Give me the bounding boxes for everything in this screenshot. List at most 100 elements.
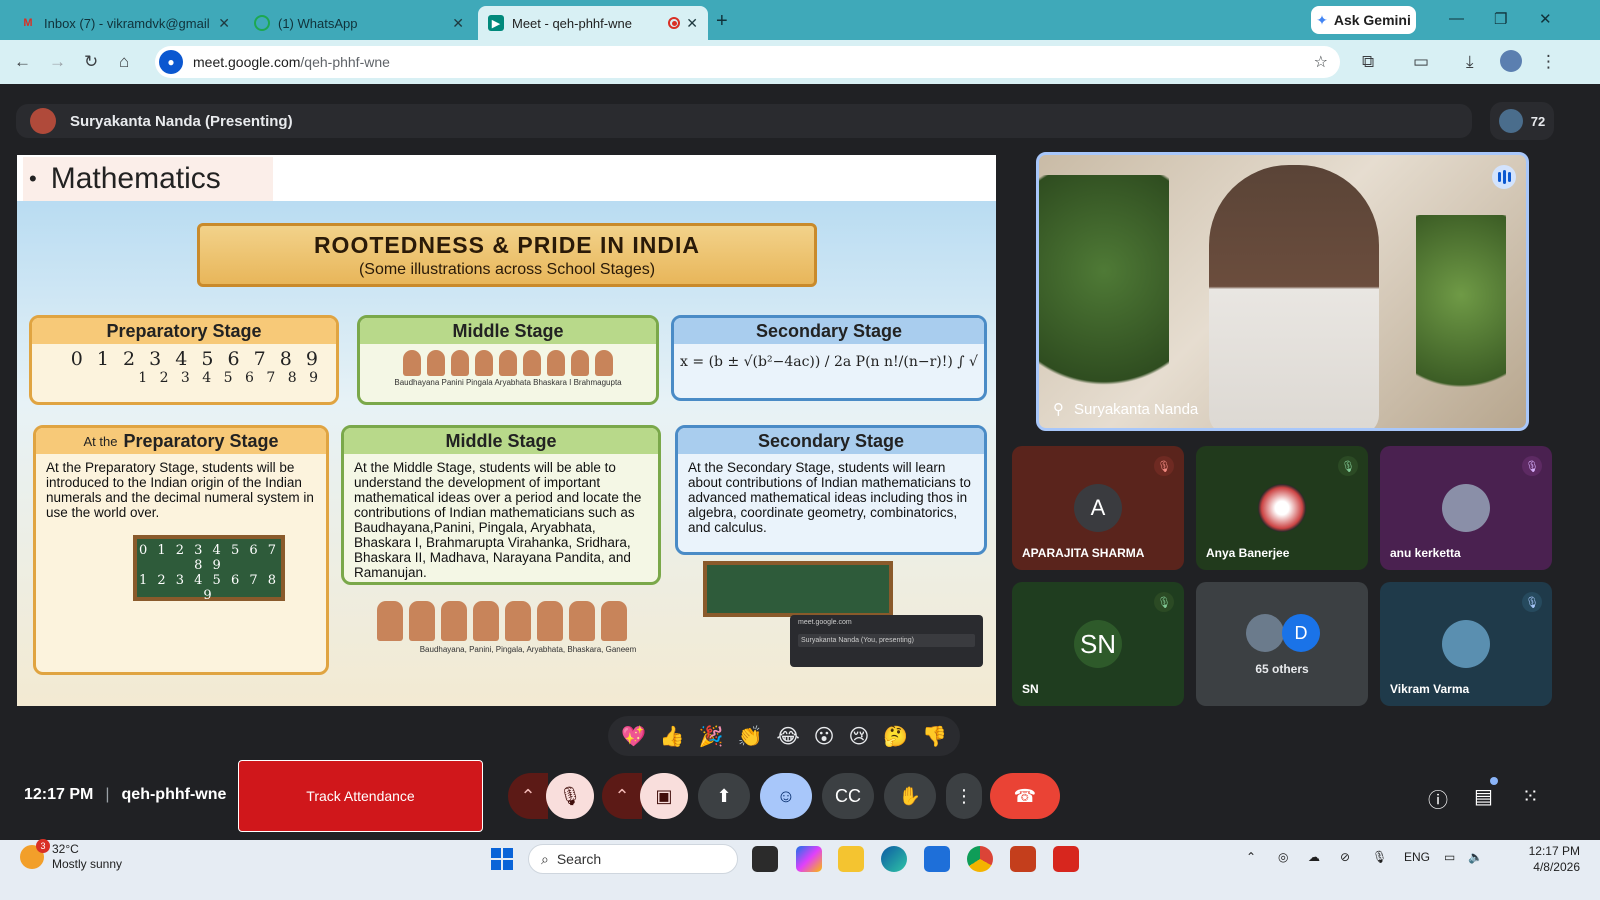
camera-off-icon: ▣ <box>655 785 673 806</box>
site-mic-icon[interactable]: ● <box>159 50 183 74</box>
reaction-thinking[interactable]: 🤔 <box>883 724 908 749</box>
top-prep-stage: Preparatory Stage 0 1 2 3 4 5 6 7 8 9 1 … <box>29 315 339 405</box>
reaction-sad[interactable]: 😢 <box>848 724 869 749</box>
language-indicator[interactable]: ENG <box>1404 850 1430 864</box>
tab-gmail[interactable]: M Inbox (7) - vikramdvk@gmail.co ✕ <box>10 6 240 40</box>
numerals-row-2: 1 2 3 4 5 6 7 8 9 <box>138 370 322 386</box>
board-row-1: 0 1 2 3 4 5 6 7 8 9 <box>138 543 280 573</box>
separator: | <box>105 786 110 803</box>
raise-hand-button[interactable]: ✋ <box>884 773 936 819</box>
ask-gemini-button[interactable]: ✦ Ask Gemini <box>1311 6 1416 34</box>
stage-header: At the Preparatory Stage <box>36 428 326 454</box>
activities-icon[interactable]: ⁙ <box>1522 784 1539 809</box>
edge-icon[interactable] <box>881 846 907 872</box>
url-path: /qeh-phhf-wne <box>300 54 390 70</box>
windows-taskbar: 3 32°C Mostly sunny ⌕ Search ⌃ ◎ ☁ ⊘ 🎙 E… <box>0 839 1600 900</box>
present-screen-button[interactable]: ⬆ <box>698 773 750 819</box>
file-explorer-icon[interactable] <box>838 846 864 872</box>
reaction-thumbs-up[interactable]: 👍 <box>660 724 685 749</box>
weather-widget[interactable]: 3 32°C Mostly sunny <box>20 839 122 872</box>
participant-tile-vikram[interactable]: 🎙 Vikram Varma <box>1380 582 1552 706</box>
microphone-icon[interactable]: 🎙 <box>1372 850 1387 864</box>
mic-off-icon: 🎙 <box>1522 592 1542 612</box>
menu-kebab-icon[interactable]: ⋮ <box>1540 52 1557 72</box>
participants-button[interactable]: 72 <box>1490 102 1554 140</box>
others-tile[interactable]: D 65 others <box>1196 582 1368 706</box>
slide-poster: ROOTEDNESS & PRIDE IN INDIA (Some illust… <box>17 201 996 706</box>
forward-icon[interactable]: → <box>49 52 66 72</box>
tab-title: Inbox (7) - vikramdvk@gmail.co <box>44 15 209 31</box>
leave-call-button[interactable]: ☎ <box>990 773 1060 819</box>
task-view-icon[interactable] <box>752 846 778 872</box>
tab-meet[interactable]: ▶ Meet - qeh-phhf-wne ✕ <box>478 6 708 40</box>
sync-off-icon[interactable]: ⊘ <box>1340 850 1350 864</box>
stage-title: Preparatory Stage <box>32 318 336 344</box>
gemini-spark-icon: ✦ <box>1316 11 1328 28</box>
taskbar-search[interactable]: ⌕ Search <box>528 844 738 874</box>
participant-tile-anu[interactable]: 🎙 anu kerketta <box>1380 446 1552 570</box>
acrobat-icon[interactable] <box>1053 846 1079 872</box>
onedrive-icon[interactable]: ☁ <box>1308 850 1320 864</box>
network-icon[interactable]: ▭ <box>1444 850 1455 864</box>
close-tab-icon[interactable]: ✕ <box>686 15 698 32</box>
reaction-surprised[interactable]: 😮 <box>814 724 835 749</box>
close-tab-icon[interactable]: ✕ <box>452 15 464 32</box>
chrome-icon[interactable] <box>967 846 993 872</box>
cast-icon[interactable]: ▭ <box>1413 52 1429 72</box>
active-speaker-tile[interactable]: ⚲ Suryakanta Nanda <box>1036 152 1529 431</box>
download-icon[interactable]: ⤓ <box>1466 52 1474 72</box>
emoji-reactions-button[interactable]: ☺ <box>760 773 812 819</box>
participant-tile-sn[interactable]: 🎙 SN SN <box>1012 582 1184 706</box>
address-bar[interactable]: ● meet.google.com/qeh-phhf-wne ☆ <box>155 46 1340 78</box>
speaker-name: Suryakanta Nanda <box>1074 400 1199 418</box>
bookmark-star-icon[interactable]: ☆ <box>1314 52 1328 72</box>
mic-off-button[interactable]: 🎙 <box>546 773 594 819</box>
banner-title: ROOTEDNESS & PRIDE IN INDIA <box>313 232 701 258</box>
reaction-laugh[interactable]: 😂 <box>776 724 799 749</box>
mini-pip-url: meet.google.com <box>798 619 852 626</box>
system-clock[interactable]: 12:17 PM 4/8/2026 <box>1500 843 1580 875</box>
volume-icon[interactable]: 🔈 <box>1468 850 1483 864</box>
close-tab-icon[interactable]: ✕ <box>218 15 230 32</box>
start-windows-icon[interactable] <box>491 848 513 870</box>
participant-tile-anya[interactable]: 🎙 Anya Banerjee <box>1196 446 1368 570</box>
video-options-chevron[interactable]: ⌃ <box>602 773 642 819</box>
powerpoint-icon[interactable] <box>1010 846 1036 872</box>
more-options-button[interactable]: ⋮ <box>946 773 982 819</box>
camera-off-button[interactable]: ▣ <box>640 773 688 819</box>
close-window-icon[interactable]: ✕ <box>1539 10 1552 28</box>
meeting-info: 12:17 PM | qeh-phhf-wne <box>24 786 226 804</box>
chat-icon[interactable]: ▤ <box>1474 784 1493 809</box>
whatsapp-icon <box>254 15 270 31</box>
reaction-party[interactable]: 🎉 <box>699 724 724 749</box>
new-tab-button[interactable]: + <box>716 10 728 33</box>
participant-tile-aparajita[interactable]: 🎙 A APARAJITA SHARMA <box>1012 446 1184 570</box>
url-host: meet.google.com <box>193 54 301 70</box>
reaction-heart[interactable]: 💖 <box>621 724 646 749</box>
figure-caption: Baudhayana Panini Pingala Aryabhata Bhas… <box>394 378 622 387</box>
stage-title: Preparatory Stage <box>123 430 279 451</box>
meeting-details-icon[interactable]: ⓘ <box>1428 784 1448 813</box>
tab-whatsapp[interactable]: (1) WhatsApp ✕ <box>244 6 474 40</box>
reaction-thumbs-down[interactable]: 👎 <box>922 724 947 749</box>
track-attendance-button[interactable]: Track Attendance <box>238 760 483 832</box>
captions-button[interactable]: CC <box>822 773 874 819</box>
minimize-icon[interactable]: — <box>1449 10 1464 27</box>
extensions-icon[interactable]: ⧉ <box>1362 52 1374 72</box>
others-count: 65 others <box>1255 662 1309 676</box>
chevron-up-icon[interactable]: ⌃ <box>1246 850 1256 864</box>
participant-name: anu kerketta <box>1390 546 1461 560</box>
copilot-icon[interactable] <box>796 846 822 872</box>
tray-app-icon[interactable]: ◎ <box>1278 850 1288 864</box>
restore-icon[interactable]: ❐ <box>1494 10 1507 28</box>
mic-off-icon: 🎙 <box>558 785 582 806</box>
audio-options-chevron[interactable]: ⌃ <box>508 773 548 819</box>
reload-icon[interactable]: ↻ <box>84 52 98 72</box>
people-icon <box>1498 109 1523 133</box>
reaction-clap[interactable]: 👏 <box>738 724 763 749</box>
home-icon[interactable]: ⌂ <box>119 52 129 72</box>
chat-notification-dot <box>1490 777 1498 785</box>
profile-avatar[interactable] <box>1500 50 1522 72</box>
store-icon[interactable] <box>924 846 950 872</box>
back-icon[interactable]: ← <box>14 52 31 72</box>
